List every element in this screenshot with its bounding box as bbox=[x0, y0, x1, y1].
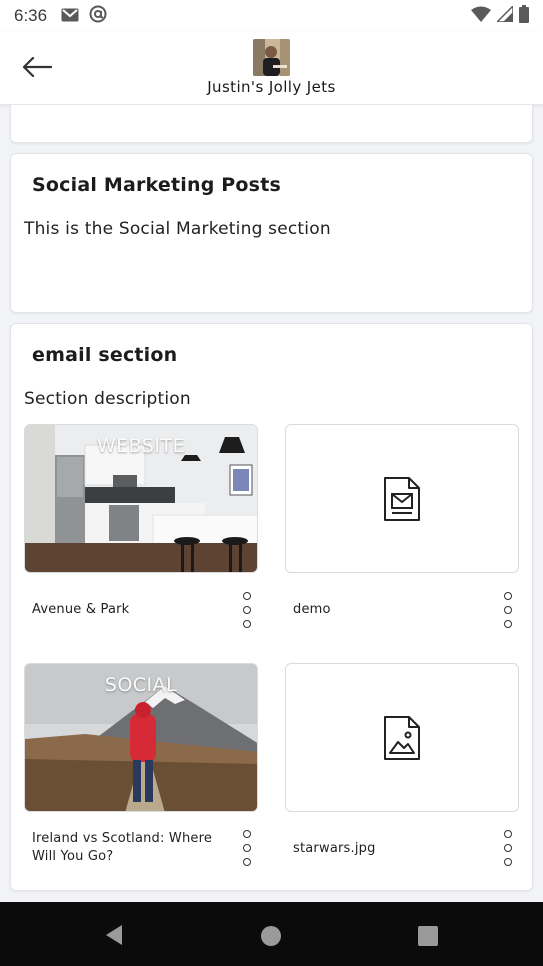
at-sign-icon bbox=[89, 5, 107, 27]
email-section-heading: email section bbox=[32, 344, 178, 366]
asset-tile[interactable]: WEBSITE Avenue & Park bbox=[24, 424, 259, 628]
system-nav-bar bbox=[0, 902, 543, 966]
tile-name: Avenue & Park bbox=[32, 602, 130, 617]
status-left-icons bbox=[61, 5, 107, 27]
header-title: Justin's Jolly Jets bbox=[207, 78, 336, 96]
status-bar: 6:36 bbox=[0, 0, 543, 32]
email-doc-icon[interactable] bbox=[285, 424, 519, 573]
battery-icon bbox=[519, 5, 529, 27]
nav-home-icon[interactable] bbox=[261, 926, 281, 946]
email-section-card: email section Section description WEBSIT… bbox=[10, 323, 533, 891]
asset-tile[interactable]: demo bbox=[285, 424, 520, 628]
social-section-description: This is the Social Marketing section bbox=[24, 219, 331, 239]
gmail-icon bbox=[61, 7, 79, 26]
status-time: 6:36 bbox=[14, 6, 48, 25]
mountain-hiker-photo[interactable]: SOCIAL bbox=[24, 663, 258, 812]
avatar[interactable] bbox=[253, 39, 290, 76]
tile-type-label: SOCIAL bbox=[104, 674, 178, 696]
tile-name: starwars.jpg bbox=[293, 841, 376, 856]
more-options-icon[interactable] bbox=[239, 592, 255, 628]
wifi-icon bbox=[471, 6, 491, 26]
nav-back-icon[interactable] bbox=[104, 924, 124, 950]
image-doc-icon[interactable] bbox=[285, 663, 519, 812]
social-section-heading: Social Marketing Posts bbox=[32, 174, 281, 196]
previous-section-card bbox=[10, 105, 533, 143]
content-scroll[interactable]: Social Marketing Posts This is the Socia… bbox=[0, 105, 543, 902]
social-section-card: Social Marketing Posts This is the Socia… bbox=[10, 153, 533, 313]
asset-tile[interactable]: starwars.jpg bbox=[285, 663, 520, 873]
more-options-icon[interactable] bbox=[500, 592, 516, 628]
more-options-icon[interactable] bbox=[500, 830, 516, 866]
more-options-icon[interactable] bbox=[239, 830, 255, 866]
status-right-icons bbox=[471, 4, 529, 27]
tile-type-label: WEBSITE bbox=[96, 435, 186, 457]
tile-name: Ireland vs Scotland: Where Will You Go? bbox=[32, 831, 213, 864]
nav-recents-icon[interactable] bbox=[418, 926, 438, 946]
app-header: Justin's Jolly Jets bbox=[0, 32, 543, 105]
email-section-description: Section description bbox=[24, 389, 191, 409]
kitchen-photo[interactable]: WEBSITE bbox=[24, 424, 258, 573]
signal-icon bbox=[495, 4, 514, 26]
tile-name: demo bbox=[293, 602, 331, 617]
asset-tile[interactable]: SOCIAL Ireland vs Scotland: Where Will Y… bbox=[24, 663, 259, 873]
